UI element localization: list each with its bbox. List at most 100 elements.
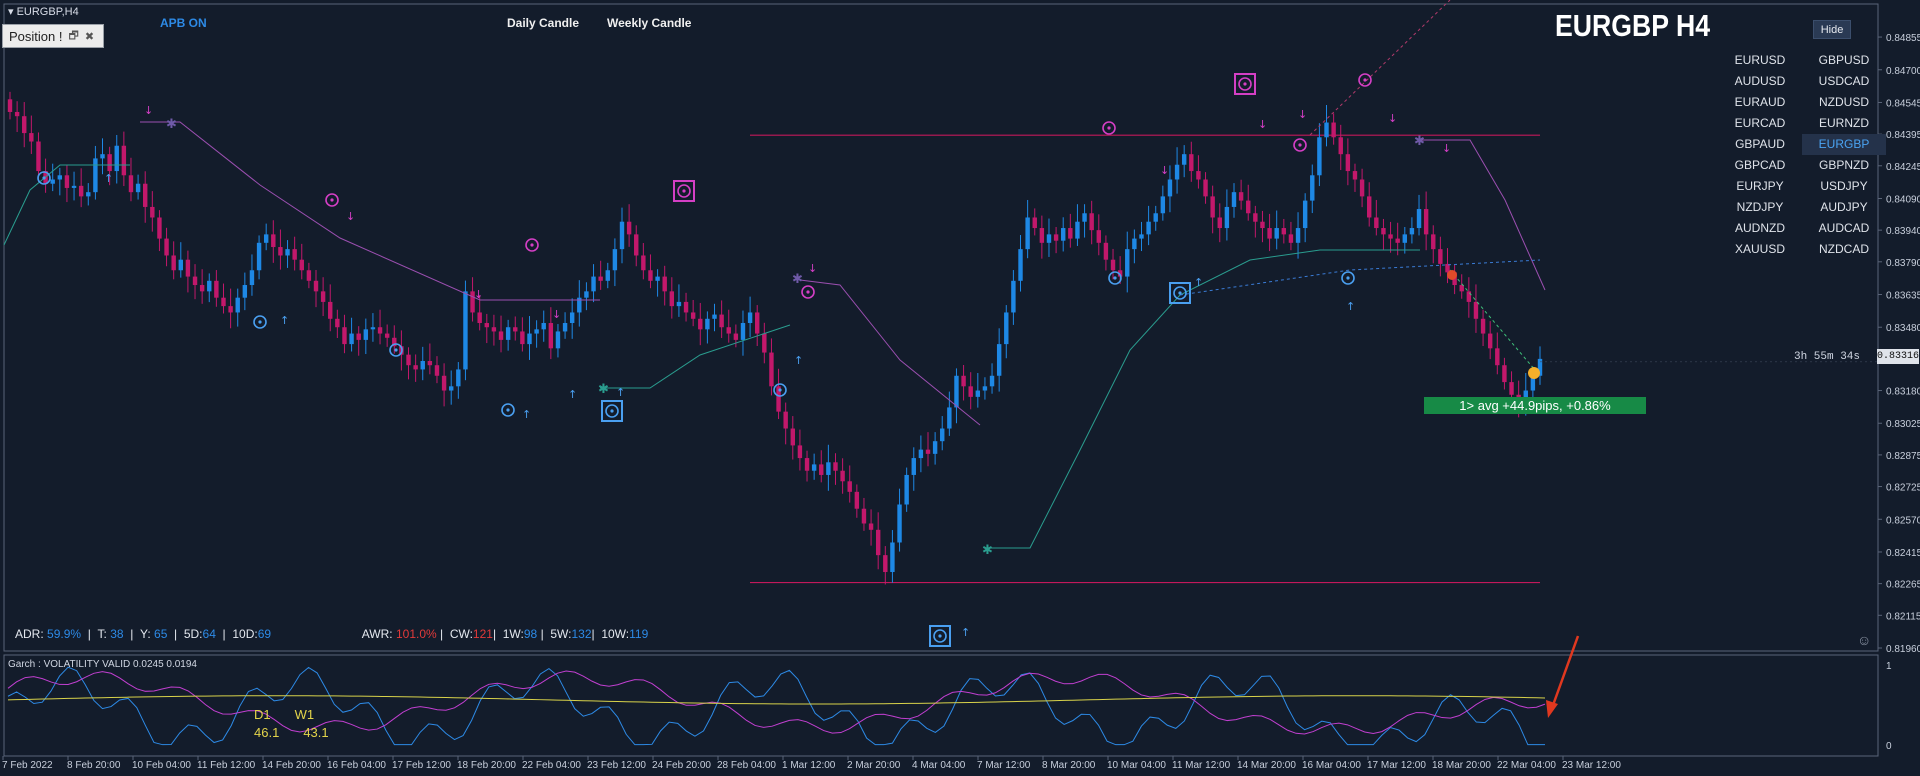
candle-bull <box>1004 312 1009 345</box>
candle-bear <box>384 333 390 338</box>
candle-bear <box>1032 217 1037 229</box>
symbol-button-nzdcad[interactable]: NZDCAD <box>1802 239 1886 260</box>
time-axis-label: 7 Feb 2022 <box>2 760 53 771</box>
symbol-button-nzdjpy[interactable]: NZDJPY <box>1718 197 1802 218</box>
symbol-button-eurnzd[interactable]: EURNZD <box>1802 113 1886 134</box>
apb-toggle-button[interactable]: APB ON <box>160 16 207 30</box>
entry-to-target-line <box>1449 269 1536 371</box>
chart-canvas[interactable]: 0.84855 0.84700 0.84545 0.84395 0.84245 0.840… <box>0 0 1920 776</box>
symbol-button-audcad[interactable]: AUDCAD <box>1802 218 1886 239</box>
candle-bear <box>427 360 433 366</box>
candle-bull <box>555 331 561 349</box>
symbol-button-usdcad[interactable]: USDCAD <box>1802 71 1886 92</box>
candle-bear <box>1253 213 1258 222</box>
candle-bear <box>1103 242 1109 260</box>
candle-bear <box>7 99 13 112</box>
up-arrow-icon: ↑ <box>1346 300 1355 313</box>
symbol-button-eurgbp[interactable]: EURGBP <box>1802 134 1886 155</box>
candle-bear <box>634 234 639 256</box>
candle-bear <box>1039 228 1045 243</box>
sell-signal-marker-dot <box>1298 143 1302 147</box>
symbol-button-gbpcad[interactable]: GBPCAD <box>1718 155 1802 176</box>
candle-bull <box>527 333 532 345</box>
symbol-button-eurcad[interactable]: EURCAD <box>1718 113 1802 134</box>
mt4-chart-window: 0.84855 0.84700 0.84545 0.84395 0.84245 0.840… <box>0 0 1920 776</box>
candle-bear <box>804 458 810 471</box>
buy-signal-marker-dot <box>42 176 46 180</box>
candle-bull <box>505 327 511 340</box>
current-price-tag: 0.83316 <box>1877 349 1920 364</box>
symbol-button-gbpaud[interactable]: GBPAUD <box>1718 134 1802 155</box>
daily-candle-button[interactable]: Daily Candle <box>507 16 579 30</box>
candle-bear <box>1338 137 1343 155</box>
symbol-button-eurusd[interactable]: EURUSD <box>1718 50 1802 71</box>
symbol-button-gbpnzd[interactable]: GBPNZD <box>1802 155 1886 176</box>
candle-bear <box>641 255 646 271</box>
time-axis-label: 2 Mar 20:00 <box>847 760 901 771</box>
position-panel[interactable]: Position ! 🗗 ✖ <box>2 24 104 48</box>
symbol-button-audnzd[interactable]: AUDNZD <box>1718 218 1802 239</box>
candle-bear <box>1260 221 1265 229</box>
1w-label: 1W: <box>502 627 524 641</box>
candle-bear <box>1203 179 1208 197</box>
candle-bear <box>29 133 34 142</box>
candle-bull <box>1409 228 1415 235</box>
symbol-button-nzdusd[interactable]: NZDUSD <box>1802 92 1886 113</box>
symbol-button-gbpusd[interactable]: GBPUSD <box>1802 50 1886 71</box>
candle-bear <box>968 386 973 397</box>
price-axis-label: 0.82570 <box>1886 515 1920 526</box>
symbol-button-eurjpy[interactable]: EURJPY <box>1718 176 1802 197</box>
restore-icon[interactable]: 🗗 <box>68 27 78 46</box>
candle-bull <box>897 504 902 543</box>
target-dot <box>1528 367 1540 379</box>
candle-bear <box>648 270 653 281</box>
down-arrow-icon: ↓ <box>474 288 483 301</box>
candle-bear <box>498 331 504 340</box>
annotation-arrow-head <box>1546 700 1558 718</box>
major-sell-marker-inner-dot <box>682 189 686 193</box>
candle-bear <box>1487 333 1493 349</box>
star-signal-icon: ✱ <box>166 117 177 132</box>
symbol-button-usdjpy[interactable]: USDJPY <box>1802 176 1886 197</box>
close-icon[interactable]: ✖ <box>85 30 94 43</box>
symbol-button-xauusd[interactable]: XAUUSD <box>1718 239 1802 260</box>
candle-bull <box>420 360 425 370</box>
candle-bear <box>1423 209 1429 235</box>
down-arrow-icon: ↓ <box>144 104 153 117</box>
position-panel-label: Position ! <box>9 28 63 44</box>
candle-bull <box>100 154 105 159</box>
time-axis-label: 22 Mar 04:00 <box>1497 760 1556 771</box>
candle-bull <box>982 386 988 391</box>
candle-bull <box>811 464 817 471</box>
major-sell-marker-inner-dot <box>1243 82 1247 86</box>
symbol-button-audusd[interactable]: AUDUSD <box>1718 71 1802 92</box>
weekly-candle-button[interactable]: Weekly Candle <box>607 16 691 30</box>
candle-bear <box>22 116 27 134</box>
time-axis-label: 23 Mar 12:00 <box>1562 760 1621 771</box>
symbol-button-euraud[interactable]: EURAUD <box>1718 92 1802 113</box>
candle-bear <box>306 270 312 281</box>
up-arrow-icon: ↑ <box>568 388 577 401</box>
down-arrow-icon: ↓ <box>1442 142 1451 155</box>
candle-bull <box>904 474 909 505</box>
candle-bear <box>762 333 767 353</box>
chart-title: EURGBP H4 <box>1555 8 1711 43</box>
price-axis-label: 0.83635 <box>1886 291 1920 302</box>
candle-bull <box>975 390 981 397</box>
dropdown-arrow-icon[interactable]: ▾ <box>8 6 17 18</box>
y-label: Y: <box>140 627 151 641</box>
garch-baseline <box>7 695 1546 705</box>
hide-button[interactable]: Hide <box>1813 20 1851 39</box>
symbol-button-audjpy[interactable]: AUDJPY <box>1802 197 1886 218</box>
candle-bull <box>114 145 119 172</box>
candle-bear <box>36 141 41 172</box>
10d-label: 10D: <box>232 627 258 641</box>
candle-bull <box>1082 213 1087 222</box>
candle-bear <box>192 276 198 286</box>
time-axis-label: 1 Mar 12:00 <box>782 760 836 771</box>
candle-bull <box>256 242 262 271</box>
time-axis-label: 16 Feb 04:00 <box>327 760 386 771</box>
entry-dot <box>1447 270 1457 280</box>
buy-signal-marker-dot <box>394 348 398 352</box>
candle-bear <box>883 555 888 573</box>
